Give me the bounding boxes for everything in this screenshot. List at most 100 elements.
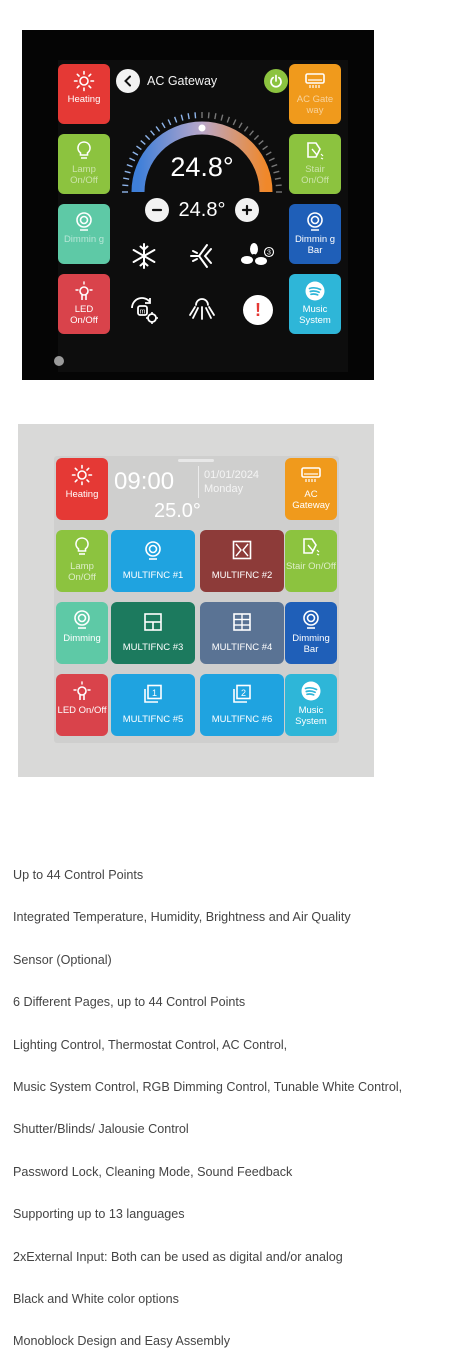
power-button[interactable] <box>264 69 288 93</box>
date-block: 01/01/2024 Monday <box>204 468 259 496</box>
tile-label: Lamp On/Off <box>70 164 98 186</box>
svg-text:2: 2 <box>241 688 246 698</box>
auto-mode-button[interactable]: m <box>126 292 162 328</box>
tile-label: Stair On/Off <box>301 164 329 186</box>
fan-speed-button[interactable]: 3 <box>240 238 276 274</box>
page-2-icon: 2 <box>230 682 254 706</box>
multifunction-tile-4[interactable]: MULTIFNC #4 <box>200 602 284 664</box>
stair-light-icon <box>304 140 326 162</box>
gauge-tick <box>173 116 178 123</box>
grid-window-icon <box>230 610 254 634</box>
tile-dimming[interactable]: Dimmin g <box>58 204 110 264</box>
tile-dimming-bar[interactable]: Dimmin g Bar <box>289 204 341 264</box>
multifunction-label: MULTIFNC #5 <box>122 714 184 725</box>
multifunction-label: MULTIFNC #4 <box>211 642 273 653</box>
dimmer-icon <box>73 210 95 232</box>
feature-item: Shutter/Blinds/ Jalousie Control <box>13 1122 189 1137</box>
feature-item: 2xExternal Input: Both can be used as di… <box>13 1249 343 1264</box>
tile-label: Music System <box>299 304 331 326</box>
white-panel-image: Heating Lamp On/Off Dimming LED On/Off 0… <box>18 424 374 777</box>
ac-unit-icon <box>300 464 322 486</box>
multifunction-tile-3[interactable]: MULTIFNC #3 <box>111 602 195 664</box>
led-icon <box>71 680 93 702</box>
pull-down-handle[interactable] <box>178 459 214 462</box>
tile-label: Dimmin g <box>63 234 105 245</box>
alert-button[interactable]: ! <box>240 292 276 328</box>
gauge-knob[interactable] <box>198 124 206 132</box>
plus-icon <box>242 204 253 216</box>
gauge-tick <box>144 134 151 141</box>
clock: 09:00 <box>114 468 175 495</box>
snowflake-icon <box>132 243 156 269</box>
tile-led[interactable]: LED On/Off <box>56 674 108 736</box>
gauge-tick <box>232 119 237 126</box>
dimmer-icon <box>71 608 93 630</box>
tile-music-system[interactable]: Music System <box>289 274 341 334</box>
fan-speed-badge: 3 <box>267 250 271 257</box>
gauge-tick <box>258 140 264 145</box>
swing-icon <box>190 244 212 268</box>
gauge-tick <box>262 145 268 151</box>
multifunction-label: MULTIFNC #1 <box>122 570 184 581</box>
dimmer-icon <box>141 538 165 562</box>
tile-lamp[interactable]: Lamp On/Off <box>58 134 110 194</box>
dimmer-icon <box>304 210 326 232</box>
gauge-tick <box>161 122 166 129</box>
svg-text:m: m <box>140 309 146 316</box>
decrease-button[interactable] <box>144 198 169 222</box>
bulb-icon <box>73 140 95 162</box>
tile-heating[interactable]: Heating <box>56 458 108 520</box>
back-button[interactable] <box>116 69 140 93</box>
tile-label: Heating <box>65 489 99 500</box>
tile-ac-gateway[interactable]: AC Gate way <box>289 64 341 124</box>
thermostat-view: AC Gateway 24.8° 24.8° 3 m ! <box>112 60 292 372</box>
tile-label: Dimming Bar <box>292 633 330 655</box>
clock-divider <box>198 466 199 498</box>
multifunction-tile-6[interactable]: 2 MULTIFNC #6 <box>200 674 284 736</box>
tile-ac-gateway[interactable]: AC Gateway <box>285 458 337 520</box>
gauge-tick <box>243 126 249 132</box>
multifunction-label: MULTIFNC #6 <box>211 714 273 725</box>
feature-item: Up to 44 Control Points <box>13 868 144 882</box>
room-temperature: 25.0° <box>154 500 201 522</box>
tile-label: Stair On/Off <box>286 561 336 572</box>
tile-dimming[interactable]: Dimming <box>56 602 108 664</box>
tile-label: LED On/Off <box>70 304 98 326</box>
curtain-icon <box>230 538 254 562</box>
setpoint-control: 24.8° <box>112 194 292 226</box>
tile-label: Heating <box>67 94 101 105</box>
gauge-tick <box>253 134 260 141</box>
tile-lamp[interactable]: Lamp On/Off <box>56 530 108 592</box>
tile-stair[interactable]: Stair On/Off <box>285 530 337 592</box>
white-panel-screen: Heating Lamp On/Off Dimming LED On/Off 0… <box>54 456 339 743</box>
feature-item: Integrated Temperature, Humidity, Bright… <box>13 910 351 925</box>
increase-button[interactable] <box>235 198 260 222</box>
gauge-tick <box>238 122 243 129</box>
tile-dimming-bar[interactable]: Dimming Bar <box>285 602 337 664</box>
feature-list: Up to 44 Control Points Integrated Tempe… <box>13 867 473 1361</box>
multifunction-tile-1[interactable]: MULTIFNC #1 <box>111 530 195 592</box>
feature-item: Sensor (Optional) <box>13 952 112 967</box>
multifunction-label: MULTIFNC #3 <box>122 642 184 653</box>
status-led <box>54 356 64 366</box>
power-icon <box>270 74 282 88</box>
tile-label: AC Gateway <box>292 489 330 511</box>
gauge-tick <box>122 184 129 187</box>
bulb-icon <box>71 536 93 558</box>
tile-music-system[interactable]: Music System <box>285 674 337 736</box>
tile-label: Dimmin g Bar <box>294 234 336 256</box>
multifunction-tile-5[interactable]: 1 MULTIFNC #5 <box>111 674 195 736</box>
airflow-icon <box>189 298 215 320</box>
multifunction-tile-2[interactable]: MULTIFNC #2 <box>200 530 284 592</box>
gauge-tick <box>155 126 161 132</box>
swing-button[interactable] <box>184 238 220 274</box>
thermostat-topbar: AC Gateway <box>116 68 288 94</box>
tile-led[interactable]: LED On/Off <box>58 274 110 334</box>
airflow-button[interactable] <box>184 292 220 328</box>
tile-heating[interactable]: Heating <box>58 64 110 124</box>
tile-stair[interactable]: Stair On/Off <box>289 134 341 194</box>
window-icon <box>141 610 165 634</box>
tile-label: LED On/Off <box>57 705 107 716</box>
cool-mode-button[interactable] <box>126 238 162 274</box>
gauge-tick <box>180 114 184 121</box>
